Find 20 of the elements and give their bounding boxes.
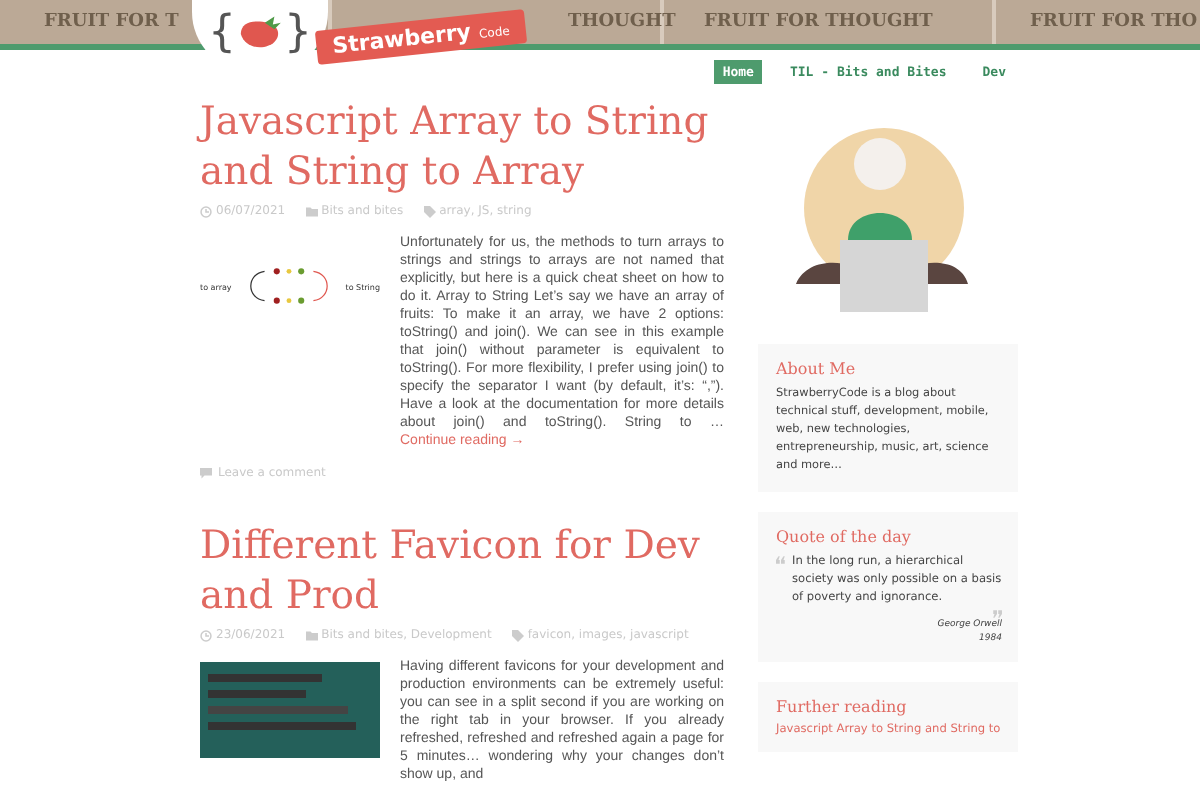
post-title[interactable]: Javascript Array to String and String to Array: [200, 96, 724, 196]
widget-title: About Me: [776, 360, 858, 378]
logo-brace: }: [284, 12, 312, 56]
banner-text: FRUIT FOR THO: [1030, 12, 1198, 32]
post-title[interactable]: Different Favicon for Dev and Prod: [200, 520, 724, 620]
banner-text: THOUGHT: [568, 12, 676, 32]
widget-title: Quote of the day: [776, 528, 913, 546]
folder-icon: [305, 205, 318, 217]
tag-icon: [423, 205, 436, 217]
clock-icon: [200, 629, 212, 641]
banner-text: FRUIT FOR THOUGHT: [704, 12, 933, 32]
close-quote-icon: [992, 610, 1002, 618]
tag-icon: [511, 629, 524, 641]
banner-text: FRUIT FOR T: [44, 12, 179, 32]
widget-title: Further reading: [776, 698, 909, 716]
clock-icon: [200, 205, 212, 217]
open-quote-icon: [776, 556, 786, 564]
comment-icon: [200, 467, 212, 479]
folder-icon: [305, 629, 318, 641]
logo-brace: {: [208, 12, 236, 56]
